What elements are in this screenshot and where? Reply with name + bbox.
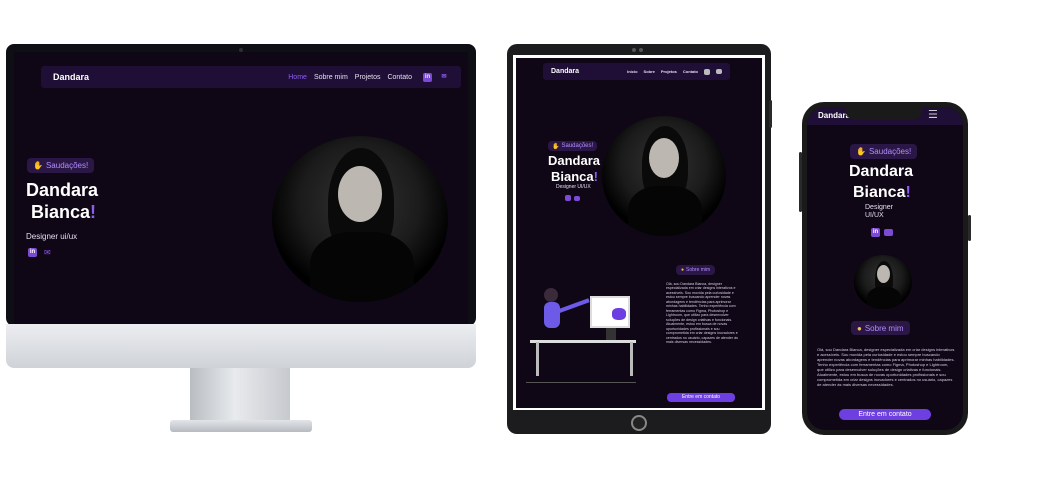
waving-hand-icon: ✋ (552, 143, 560, 150)
hamburger-menu-icon[interactable]: ☰ (928, 108, 938, 121)
phone-role-line2: UI/UX (865, 212, 884, 219)
imac-name-line2: Bianca! (31, 202, 97, 222)
tablet-about-badge: ● Sobre mim (676, 265, 716, 275)
mail-icon[interactable] (716, 69, 722, 74)
imac-greeting-badge: ✋ Saudações! (27, 158, 95, 173)
imac-name-line1: Dandara (26, 180, 99, 200)
tablet-brand[interactable]: Dandara (551, 68, 579, 75)
tablet-name-line1: Dandara (548, 153, 601, 168)
tablet-contact-button[interactable]: Entre em contato (667, 393, 735, 402)
tablet-screen: Dandara Início Sobre Projetos Contato ✋ … (516, 58, 762, 408)
phone-about-badge: ● Sobre mim (851, 321, 910, 335)
imac-nav-sobre[interactable]: Sobre mim (314, 74, 348, 81)
imac-base (170, 420, 312, 432)
imac-chin (6, 324, 476, 368)
mail-icon[interactable]: ✉ (439, 73, 449, 81)
imac-brand[interactable]: Dandara (53, 72, 89, 82)
imac-profile-photo (272, 136, 448, 302)
tablet-nav-sobre[interactable]: Sobre (644, 69, 655, 74)
phone-name-line2: Bianca! (853, 184, 911, 201)
phone-notch (846, 107, 922, 120)
imac-nav-contato[interactable]: Contato (387, 74, 412, 81)
tablet-about-text: Olá, sou Dandara Bianca, designer especi… (666, 282, 738, 345)
waving-hand-icon: ✋ (856, 147, 866, 156)
tablet-name-line2: Bianca! (551, 169, 598, 184)
tablet-home-button[interactable] (631, 415, 647, 431)
linkedin-icon[interactable]: in (423, 72, 432, 82)
phone-contact-button[interactable]: Entre em contato (839, 409, 931, 420)
mail-icon[interactable]: ✉ (44, 248, 51, 257)
phone-profile-photo (854, 255, 912, 309)
phone-role-line1: Designer (865, 204, 894, 211)
imac-stand (190, 368, 290, 424)
tablet-nav-projetos[interactable]: Projetos (661, 69, 677, 74)
waving-hand-icon: ✋ (33, 161, 43, 170)
linkedin-icon[interactable] (704, 68, 710, 75)
tablet-camera (632, 48, 636, 52)
linkedin-icon[interactable]: in (28, 248, 37, 257)
tablet-nav-contato[interactable]: Contato (683, 69, 698, 74)
tablet-profile-photo (602, 116, 726, 236)
mail-icon[interactable] (884, 229, 893, 236)
phone-name-line1: Dandara (849, 163, 914, 180)
imac-greeting-text: Saudações! (45, 161, 89, 170)
tablet-desk-illustration (526, 284, 636, 388)
phone-about-text: Olá, sou Dandara Bianca, designer especi… (817, 347, 955, 387)
imac-navbar: Dandara Home Sobre mim Projetos Contato … (41, 66, 461, 88)
tablet-navbar: Dandara Início Sobre Projetos Contato (543, 63, 730, 80)
imac-screen: Dandara Home Sobre mim Projetos Contato … (14, 52, 468, 324)
phone-power-button (968, 215, 971, 241)
imac-nav-home[interactable]: Home (288, 74, 307, 81)
imac-nav-projetos[interactable]: Projetos (355, 74, 381, 81)
linkedin-icon[interactable]: in (871, 228, 880, 237)
tablet-role: Designer UI/UX (556, 184, 591, 190)
tablet-greeting-badge: ✋ Saudações! (548, 141, 598, 151)
phone-screen: Dandara ☰ ✋ Saudações! Dandara Bianca! D… (807, 107, 963, 430)
mail-icon[interactable] (574, 196, 580, 201)
linkedin-icon[interactable] (565, 195, 571, 201)
tablet-nav-inicio[interactable]: Início (627, 69, 637, 74)
phone-greeting-badge: ✋ Saudações! (850, 144, 918, 159)
imac-role: Designer ui/ux (26, 232, 78, 241)
